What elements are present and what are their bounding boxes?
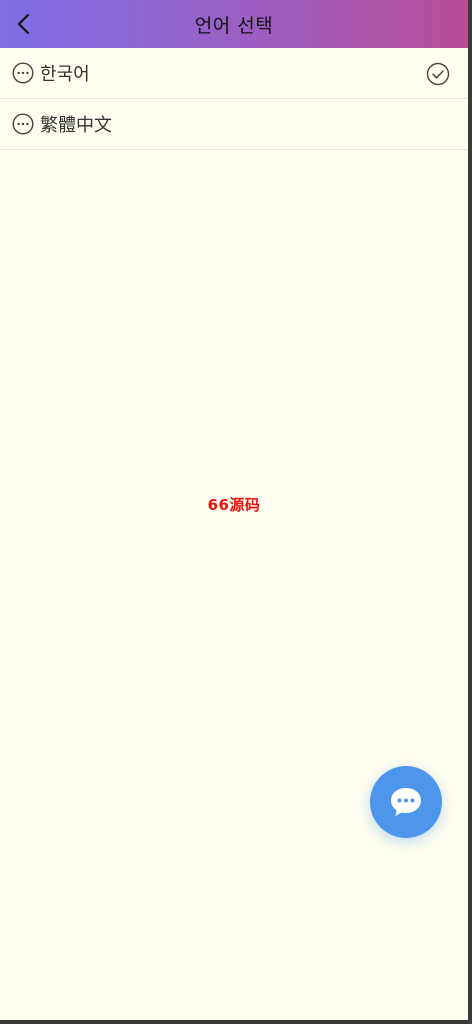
language-label: 繁體中文: [40, 115, 112, 136]
more-horizontal-circle-icon: [12, 62, 34, 84]
language-item-korean[interactable]: 한국어: [0, 48, 468, 99]
more-horizontal-circle-icon: [12, 113, 34, 135]
check-circle-icon: [426, 62, 450, 86]
language-label: 한국어: [40, 64, 90, 85]
chevron-left-icon: [17, 13, 30, 35]
language-select-screen: 언어 선택 한국어 繁體中文 66源码: [0, 0, 468, 1020]
language-list: 한국어 繁體中文: [0, 48, 468, 150]
language-item-traditional-chinese[interactable]: 繁體中文: [0, 99, 468, 150]
back-button[interactable]: [8, 8, 40, 40]
watermark-text: 66源码: [207, 496, 261, 514]
header-bar: 언어 선택: [0, 0, 468, 48]
chat-button[interactable]: [370, 766, 442, 838]
page-title: 언어 선택: [194, 14, 274, 37]
chat-bubble-icon: [391, 788, 421, 816]
